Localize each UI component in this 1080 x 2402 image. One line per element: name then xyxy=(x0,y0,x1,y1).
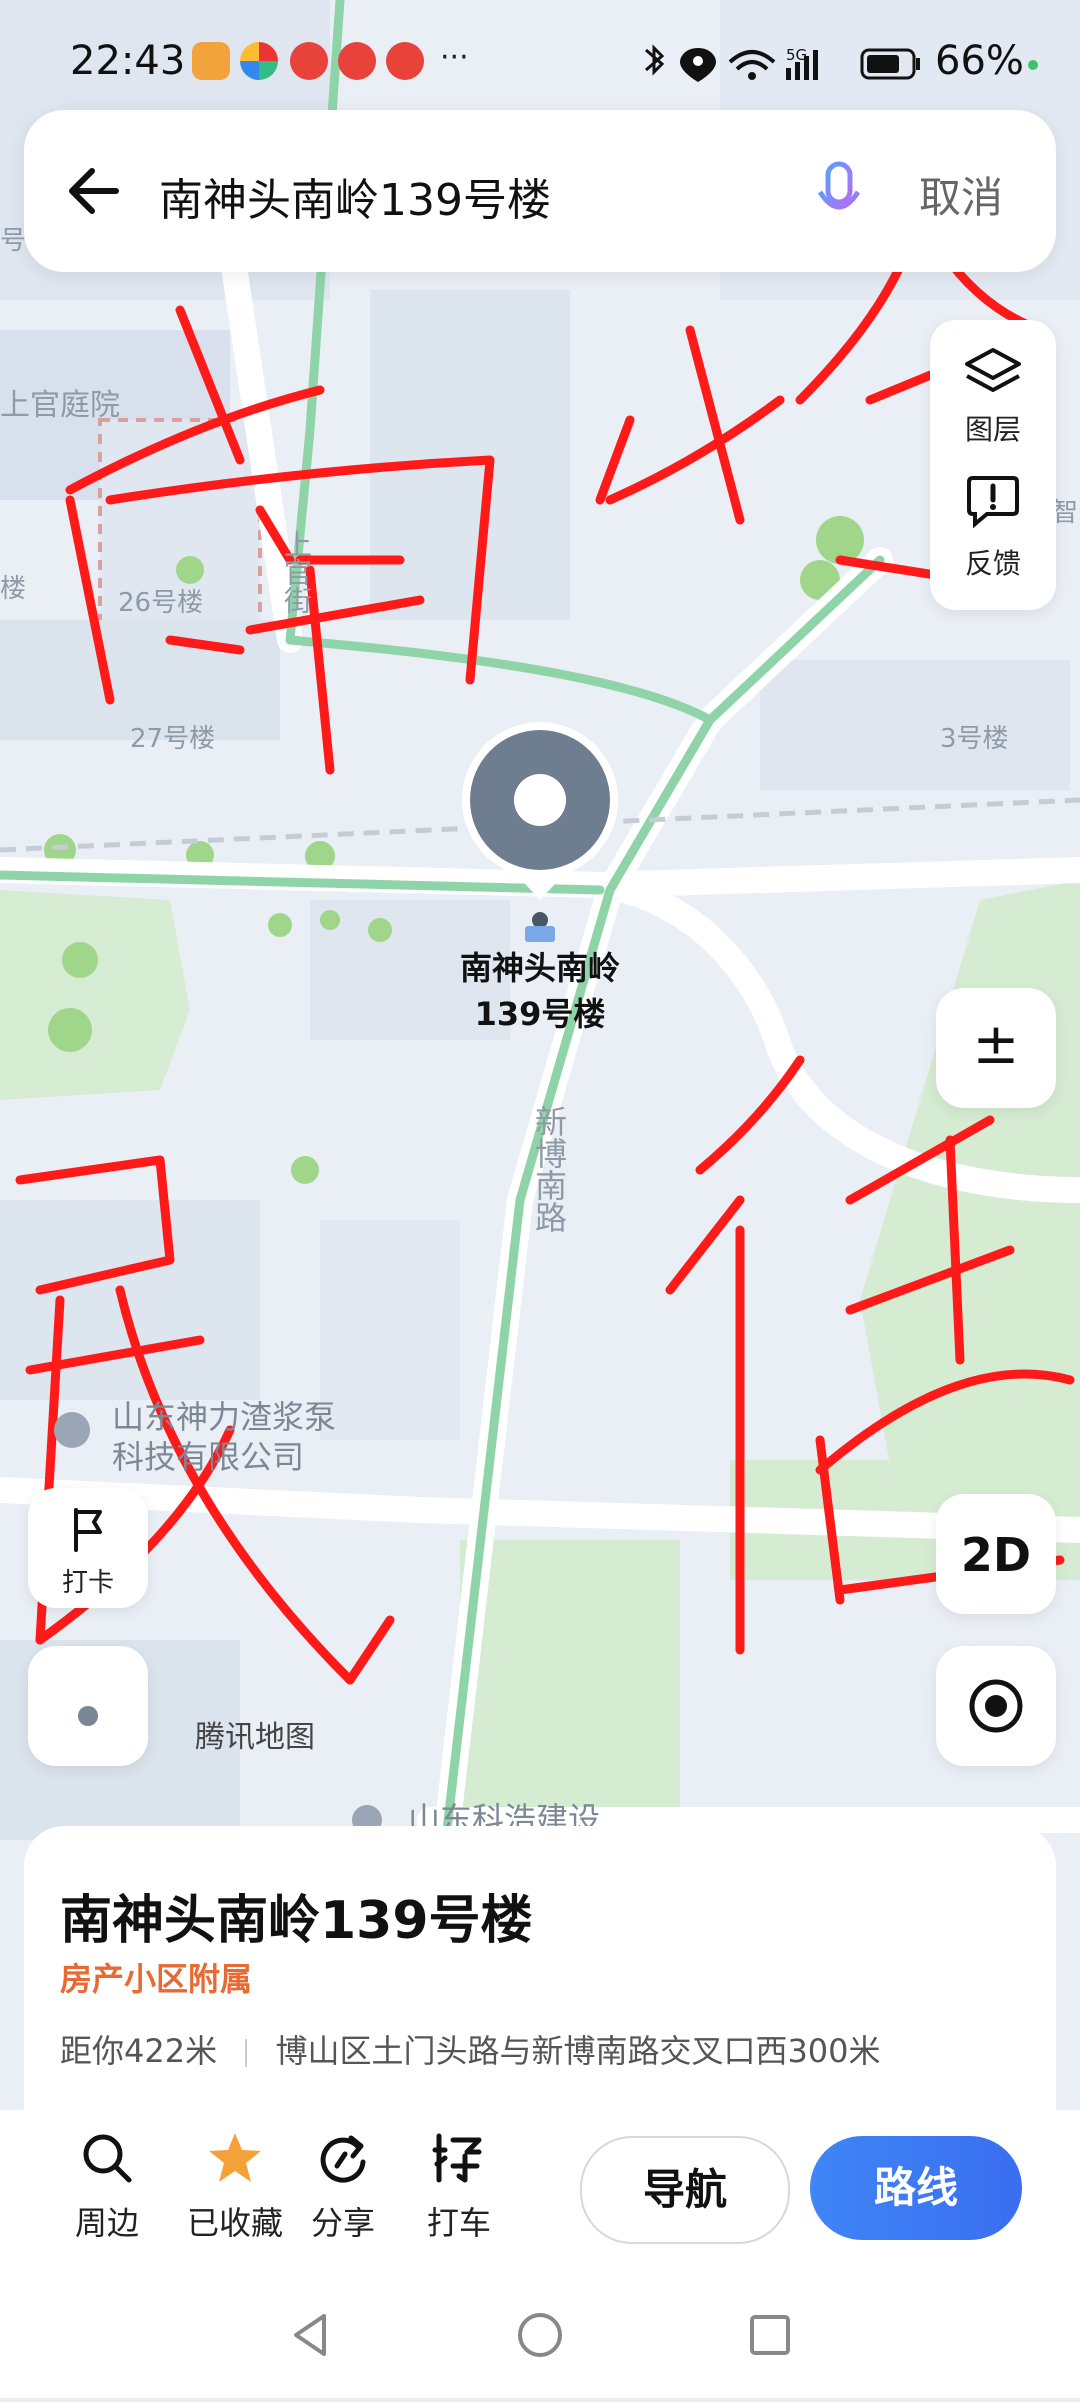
saved-button[interactable]: 已收藏 xyxy=(170,2130,300,2244)
share-label: 分享 xyxy=(310,2204,375,2242)
search-bar: 南神头南岭139号楼 取消 xyxy=(24,110,1056,272)
bluetooth-icon xyxy=(645,44,665,76)
compass-button[interactable] xyxy=(28,1646,148,1766)
map-2d-toggle[interactable]: 2D xyxy=(936,1494,1056,1614)
locate-icon xyxy=(969,1679,1023,1733)
place-info: 距你422米 博山区土门头路与新博南路交叉口西300米 xyxy=(60,2026,881,2072)
place-title: 南神头南岭139号楼 xyxy=(60,1891,533,1951)
navigate-button[interactable]: 导航 xyxy=(580,2136,790,2244)
map-label-shangguan-court: 上官庭院 xyxy=(0,388,120,423)
status-icons: 5G xyxy=(645,44,920,82)
cancel-button[interactable]: 取消 xyxy=(919,164,1003,225)
compass-icon xyxy=(78,1706,98,1726)
weibo-icon xyxy=(290,42,328,80)
feedback-button[interactable]: 反馈 xyxy=(930,470,1056,600)
action-toolbar: 周边 已收藏 分享 打车 导航 路线 xyxy=(0,2110,1080,2270)
taxi-icon xyxy=(432,2133,482,2183)
nav-recents-icon[interactable] xyxy=(745,2310,795,2360)
map-label-building-3: 3号楼 xyxy=(940,724,1009,754)
place-category: 房产小区附属 xyxy=(60,1960,253,1998)
poi-label[interactable]: 南神头南岭 139号楼 xyxy=(440,945,640,1037)
signal-icon xyxy=(786,68,791,80)
map-brand-watermark: 腾讯地图 xyxy=(195,1720,315,1755)
app-notification-icon xyxy=(192,42,230,80)
map-side-panel: 图层 反馈 xyxy=(930,320,1056,610)
share-icon xyxy=(320,2135,366,2183)
nearby-label: 周边 xyxy=(74,2204,139,2242)
status-time: 22:43 xyxy=(70,38,186,84)
map-label-building-27: 27号楼 xyxy=(130,724,216,754)
microphone-icon[interactable] xyxy=(814,160,864,226)
checkin-label: 打卡 xyxy=(61,1568,114,1598)
poi-label-line2: 139号楼 xyxy=(474,995,606,1033)
checkin-button[interactable]: 打卡 xyxy=(28,1488,148,1608)
map-label-building-26: 26号楼 xyxy=(118,588,204,618)
map-label-shangguan-street: 上官街 xyxy=(280,530,313,614)
flag-icon xyxy=(74,1508,102,1552)
layers-button[interactable]: 图层 xyxy=(930,338,1056,458)
map-label-fragment-top: 号 xyxy=(0,226,27,256)
info-divider xyxy=(245,2039,248,2067)
taxi-button[interactable]: 打车 xyxy=(404,2130,514,2244)
place-distance: 距你422米 xyxy=(60,2032,218,2070)
nearby-button[interactable]: 周边 xyxy=(52,2130,162,2244)
nav-back-icon[interactable] xyxy=(286,2310,336,2360)
feedback-label: 反馈 xyxy=(964,547,1021,580)
more-notifications-icon: ··· xyxy=(440,40,469,75)
weibo-icon xyxy=(338,42,376,80)
battery-percent: 66% xyxy=(935,38,1024,84)
app-notification-icon xyxy=(240,42,278,80)
back-arrow-icon[interactable] xyxy=(62,156,132,226)
place-card[interactable]: 南神头南岭139号楼 房产小区附属 距你422米 博山区土门头路与新博南路交叉口… xyxy=(24,1826,1056,2126)
locate-button[interactable] xyxy=(936,1646,1056,1766)
feedback-icon xyxy=(967,476,1019,528)
zoom-icon: ± xyxy=(972,1012,1020,1077)
zoom-button[interactable]: ± xyxy=(936,988,1056,1108)
taxi-label: 打车 xyxy=(426,2204,491,2242)
company-poi-icon xyxy=(54,1412,90,1448)
map-label-company-1-line2: 科技有限公司 xyxy=(112,1438,305,1476)
search-icon xyxy=(83,2134,132,2183)
share-button[interactable]: 分享 xyxy=(288,2130,398,2244)
place-address: 博山区土门头路与新博南路交叉口西300米 xyxy=(275,2032,881,2070)
weibo-icon xyxy=(386,42,424,80)
saved-label: 已收藏 xyxy=(186,2204,283,2242)
layers-icon xyxy=(965,348,1021,392)
star-icon xyxy=(209,2133,261,2182)
map-label-xinbo-road: 新博南路 xyxy=(530,1105,568,1233)
svg-text:5G: 5G xyxy=(786,46,807,64)
route-button[interactable]: 路线 xyxy=(810,2136,1022,2240)
nav-home-icon[interactable] xyxy=(515,2310,565,2360)
status-dot xyxy=(1028,60,1038,70)
layers-label: 图层 xyxy=(964,413,1021,446)
map-label-lou: 楼 xyxy=(0,574,27,604)
system-nav-bar xyxy=(0,2270,1080,2398)
search-input[interactable]: 南神头南岭139号楼 xyxy=(159,164,551,228)
poi-label-line1: 南神头南岭 xyxy=(459,949,620,987)
2d-label: 2D xyxy=(960,1528,1032,1582)
